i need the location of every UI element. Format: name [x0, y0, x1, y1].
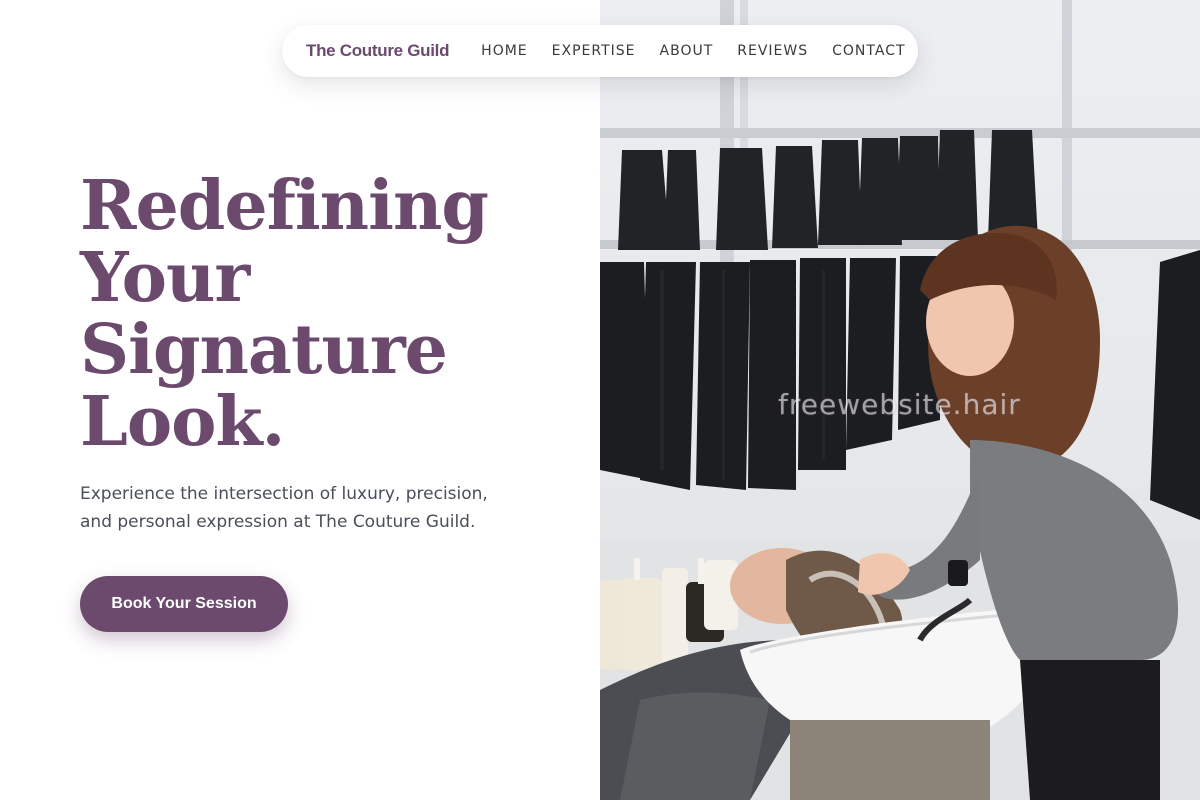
hero-title-line: Your [80, 238, 250, 318]
top-navigation: The Couture Guild HOME EXPERTISE ABOUT R… [282, 25, 918, 77]
nav-link-about[interactable]: ABOUT [660, 43, 714, 59]
nav-link-expertise[interactable]: EXPERTISE [552, 43, 636, 59]
hero-title-line: Signature [80, 310, 448, 390]
watermark-text: freewebsite.hair [778, 388, 1021, 421]
nav-link-home[interactable]: HOME [481, 43, 527, 59]
hero-title-line: Redefining [80, 166, 489, 246]
book-session-button[interactable]: Book Your Session [80, 576, 288, 632]
nav-links: HOME EXPERTISE ABOUT REVIEWS CONTACT [481, 43, 905, 59]
nav-link-reviews[interactable]: REVIEWS [737, 43, 808, 59]
hero-title-line: Look. [80, 382, 285, 462]
hero-title: Redefining Your Signature Look. [80, 170, 580, 458]
nav-link-contact[interactable]: CONTACT [832, 43, 905, 59]
brand-logo[interactable]: The Couture Guild [306, 41, 449, 61]
page: freewebsite.hair The Couture Guild HOME … [0, 0, 1200, 800]
hero-subtitle: Experience the intersection of luxury, p… [80, 484, 488, 532]
